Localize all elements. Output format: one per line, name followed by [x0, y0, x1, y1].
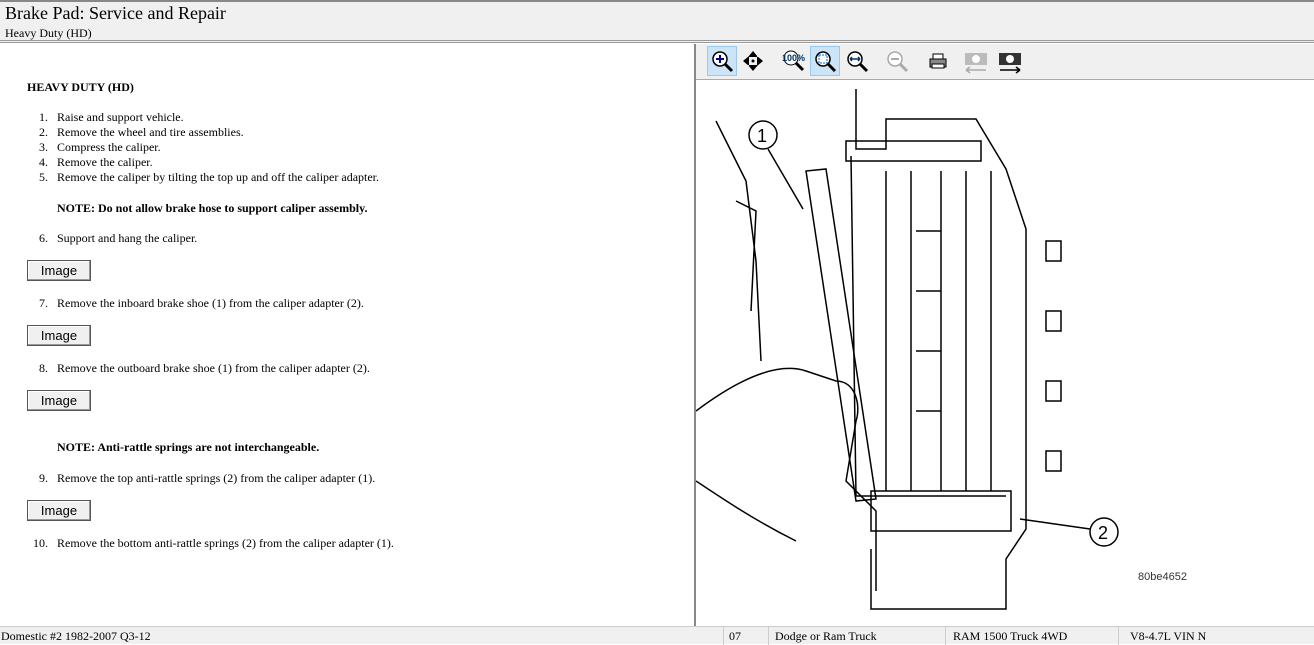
pan-icon[interactable] [738, 46, 768, 76]
zoom-100-icon[interactable]: 100% [778, 46, 808, 76]
step-text: Raise and support vehicle. [57, 110, 184, 124]
step-text: Remove the outboard brake shoe (1) from … [57, 361, 370, 375]
figure-id: 80be4652 [1138, 571, 1187, 583]
brake-caliper-illustration: 1 2 80be4652 [695, 89, 1187, 610]
page-title: Brake Pad: Service and Repair [5, 3, 226, 23]
status-database: Domestic #2 1982-2007 Q3-12 [1, 629, 151, 643]
step-text: Remove the bottom anti-rattle springs (2… [57, 536, 394, 550]
step-text: Remove the inboard brake shoe (1) from t… [57, 296, 364, 310]
status-year: 07 [729, 629, 741, 643]
status-bar: Domestic #2 1982-2007 Q3-12 07 Dodge or … [0, 626, 1314, 645]
image-button[interactable]: Image [27, 325, 91, 346]
zoom-fit-icon[interactable] [810, 46, 840, 76]
step-text: Remove the caliper by tilting the top up… [57, 170, 380, 184]
callout-1: 1 [757, 126, 767, 146]
step-number: 4. [39, 155, 48, 169]
svg-text:100%: 100% [782, 53, 805, 63]
zoom-out-icon[interactable] [882, 46, 912, 76]
step-number: 6. [39, 231, 48, 245]
section-heading: HEAVY DUTY (HD) [27, 80, 134, 94]
step-number: 7. [39, 296, 48, 310]
page-subtitle: Heavy Duty (HD) [5, 26, 92, 40]
next-image-icon[interactable] [995, 46, 1025, 76]
step-text: Compress the caliper. [57, 140, 161, 154]
page-header: Brake Pad: Service and Repair Heavy Duty… [0, 0, 1314, 43]
status-make: Dodge or Ram Truck [775, 629, 877, 643]
step-text: Support and hang the caliper. [57, 231, 198, 245]
callout-2: 2 [1098, 523, 1108, 543]
step-number: 9. [39, 471, 48, 485]
image-button[interactable]: Image [27, 260, 91, 281]
print-icon[interactable] [923, 46, 953, 76]
step-number: 5. [39, 170, 48, 184]
status-model: RAM 1500 Truck 4WD [953, 629, 1068, 643]
previous-image-icon[interactable] [961, 46, 991, 76]
note-anti-rattle: NOTE: Anti-rattle springs are not interc… [57, 440, 320, 454]
procedure-panel: HEAVY DUTY (HD) 1. Raise and support vehi… [0, 44, 695, 626]
step-number: 8. [39, 361, 48, 375]
step-text: Remove the top anti-rattle springs (2) f… [57, 471, 376, 485]
step-number: 3. [39, 140, 48, 154]
step-number: 2. [39, 125, 48, 139]
step-text: Remove the wheel and tire assemblies. [57, 125, 244, 139]
status-engine: V8-4.7L VIN N [1130, 629, 1207, 643]
image-toolbar: 100% [696, 44, 1314, 80]
zoom-width-icon[interactable] [842, 46, 872, 76]
step-text: Remove the caliper. [57, 155, 153, 169]
step-number: 1. [39, 110, 48, 124]
image-button[interactable]: Image [27, 500, 91, 521]
zoom-in-icon[interactable] [707, 46, 737, 76]
note-brake-hose: NOTE: Do not allow brake hose to support… [57, 201, 368, 215]
step-number: 10. [33, 536, 48, 550]
image-viewer[interactable]: 1 2 80be4652 [695, 81, 1314, 626]
image-button[interactable]: Image [27, 390, 91, 411]
